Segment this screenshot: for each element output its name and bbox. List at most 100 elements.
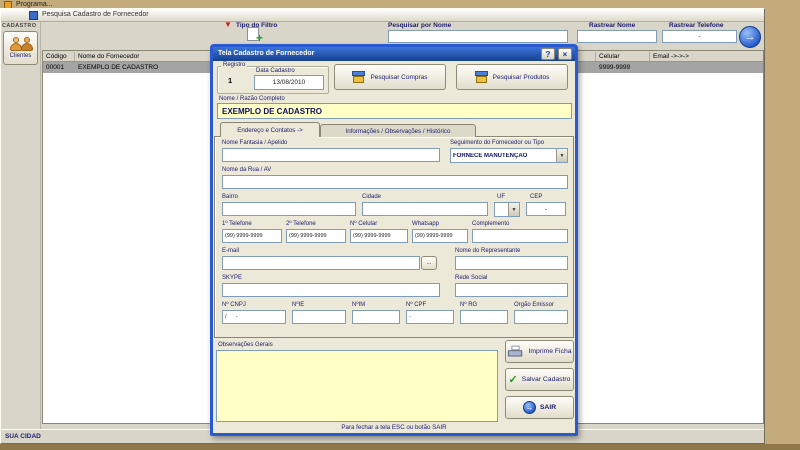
row-codigo: 00001 <box>46 64 65 71</box>
nome-razao-label: Nome / Razão Completo <box>219 96 285 102</box>
col-nome[interactable]: Nome do Fornecedor <box>78 53 139 60</box>
salvar-cadastro-button[interactable]: ✓ Salvar Cadastro <box>505 368 574 391</box>
cep-label: CEP <box>530 194 543 200</box>
data-cadastro-label: Data Cadastro <box>256 68 295 74</box>
plus-icon: + <box>255 31 263 45</box>
celular-input[interactable] <box>350 229 408 243</box>
rua-label: Nome da Rua / AV <box>222 167 272 173</box>
chevron-down-icon: ▼ <box>556 149 567 162</box>
observacoes-label: Observações Gerais <box>218 342 273 348</box>
col-email[interactable]: Email ->->-> <box>653 53 689 60</box>
pesquisar-compras-label: Pesquisar Compras <box>370 73 428 81</box>
compras-icon <box>352 70 366 84</box>
email-label: E-mail <box>222 248 240 254</box>
tab-informacoes-historico[interactable]: Informações / Observações / Histórico <box>320 124 476 137</box>
col-codigo[interactable]: Código <box>46 53 67 60</box>
complemento-input[interactable] <box>472 229 568 243</box>
nome-razao-field[interactable]: EXEMPLO DE CADASTRO <box>217 103 572 119</box>
tab-joiner <box>221 136 319 138</box>
pesquisar-nome-input[interactable] <box>388 30 568 43</box>
im-input[interactable] <box>352 310 400 324</box>
row-celular: 9999-9999 <box>599 64 631 71</box>
go-arrow-icon: → <box>744 31 756 43</box>
observacoes-textarea[interactable] <box>216 350 498 422</box>
bairro-label: Bairro <box>222 194 239 200</box>
cep-input[interactable] <box>526 202 566 216</box>
sidebar <box>1 22 41 429</box>
print-ficha-icon <box>508 345 523 358</box>
fantasia-input[interactable] <box>222 148 440 162</box>
close-button[interactable]: × <box>558 48 572 60</box>
tab2-label: Informações / Observações / Histórico <box>345 127 451 135</box>
representante-label: Nome do Representante <box>455 248 521 254</box>
desktop: { "icons": {"plus":"+","close":"×","arro… <box>0 0 800 450</box>
seguimento-label: Seguimento do Fornecedor ou Tipo <box>450 140 545 146</box>
pesquisar-nome-label: Pesquisar por Nome <box>388 22 452 29</box>
registro-value: 1 <box>228 76 233 85</box>
bottom-strip <box>0 444 800 450</box>
rede-social-input[interactable] <box>455 283 568 297</box>
window-icon <box>29 11 38 20</box>
cidade-input[interactable] <box>362 202 488 216</box>
dialog-footer-hint: Para fechar a tela ESC ou botão SAIR <box>341 424 447 431</box>
imprime-ficha-label: Imprime Ficha <box>528 348 572 355</box>
bairro-input[interactable] <box>222 202 356 216</box>
sair-label: SAIR <box>539 404 557 411</box>
whatsapp-input[interactable] <box>412 229 468 243</box>
skype-input[interactable] <box>222 283 440 297</box>
main-window-titlebar[interactable]: Pesquisa Cadastro de Fornecedor <box>1 9 764 22</box>
im-label: NºIM <box>352 302 366 308</box>
seguimento-value: FORNECE MANUTENÇÃO <box>453 152 528 159</box>
tel1-label: 1º Telefone <box>222 221 252 227</box>
col-divider <box>74 52 75 61</box>
search-go-button[interactable]: → <box>739 26 761 48</box>
cpf-input[interactable] <box>406 310 454 324</box>
email-input[interactable] <box>222 256 420 270</box>
dialog-titlebar[interactable]: Tela Cadastro de Fornecedor ? × <box>213 47 575 61</box>
col-celular[interactable]: Celular <box>599 53 620 60</box>
window-title: Pesquisa Cadastro de Fornecedor <box>42 11 149 18</box>
email-more-button[interactable]: ... <box>421 256 437 270</box>
add-record-button[interactable]: + <box>243 24 263 44</box>
data-cadastro-input[interactable] <box>254 75 324 90</box>
sidebar-item-clientes[interactable]: Clientes <box>3 31 38 65</box>
rastrear-telefone-input[interactable] <box>662 30 737 43</box>
help-button[interactable]: ? <box>541 48 555 60</box>
tab1-label: Endereço e Contatos -> <box>237 126 303 134</box>
pesquisar-produtos-button[interactable]: Pesquisar Produtos <box>456 64 568 90</box>
salvar-cadastro-label: Salvar Cadastro <box>521 376 571 383</box>
rastrear-nome-input[interactable] <box>577 30 657 43</box>
program-title: Programa... <box>16 1 53 8</box>
pesquisar-compras-button[interactable]: Pesquisar Compras <box>334 64 446 90</box>
row-nome: EXEMPLO DE CADASTRO <box>78 64 159 71</box>
fantasia-label: Nome Fantasia / Apelido <box>222 140 288 146</box>
representante-input[interactable] <box>455 256 568 270</box>
cnpj-label: Nº CNPJ <box>222 302 246 308</box>
check-icon: ✓ <box>508 374 518 386</box>
tab-endereco-contatos[interactable]: Endereço e Contatos -> <box>220 122 320 137</box>
chevron-down-icon: ▼ <box>508 203 519 216</box>
uf-select[interactable]: ▼ <box>494 202 520 217</box>
dialog-title: Tela Cadastro de Fornecedor <box>218 50 315 57</box>
tel2-input[interactable] <box>286 229 346 243</box>
rastrear-telefone-label: Rastrear Telefone <box>669 22 724 29</box>
clientes-label: Clientes <box>9 53 32 59</box>
pesquisar-produtos-label: Pesquisar Produtos <box>492 73 550 81</box>
ie-input[interactable] <box>292 310 346 324</box>
rg-input[interactable] <box>460 310 508 324</box>
imprime-ficha-button[interactable]: Imprime Ficha <box>505 340 574 363</box>
produtos-icon <box>474 70 489 84</box>
celular-label: Nº Celular <box>350 221 378 227</box>
cnpj-input[interactable] <box>222 310 286 324</box>
rastrear-nome-label: Rastrear Nome <box>589 22 636 29</box>
skype-label: SKYPE <box>222 275 243 281</box>
col-divider <box>595 52 596 61</box>
rua-input[interactable] <box>222 175 568 189</box>
uf-label: UF <box>497 194 505 200</box>
complemento-label: Complemento <box>472 221 510 227</box>
exit-arrow-icon: → <box>522 401 536 414</box>
tel1-input[interactable] <box>222 229 282 243</box>
sair-button[interactable]: → SAIR <box>505 396 574 419</box>
orgao-emissor-input[interactable] <box>514 310 568 324</box>
seguimento-select[interactable]: FORNECE MANUTENÇÃO ▼ <box>450 148 568 163</box>
